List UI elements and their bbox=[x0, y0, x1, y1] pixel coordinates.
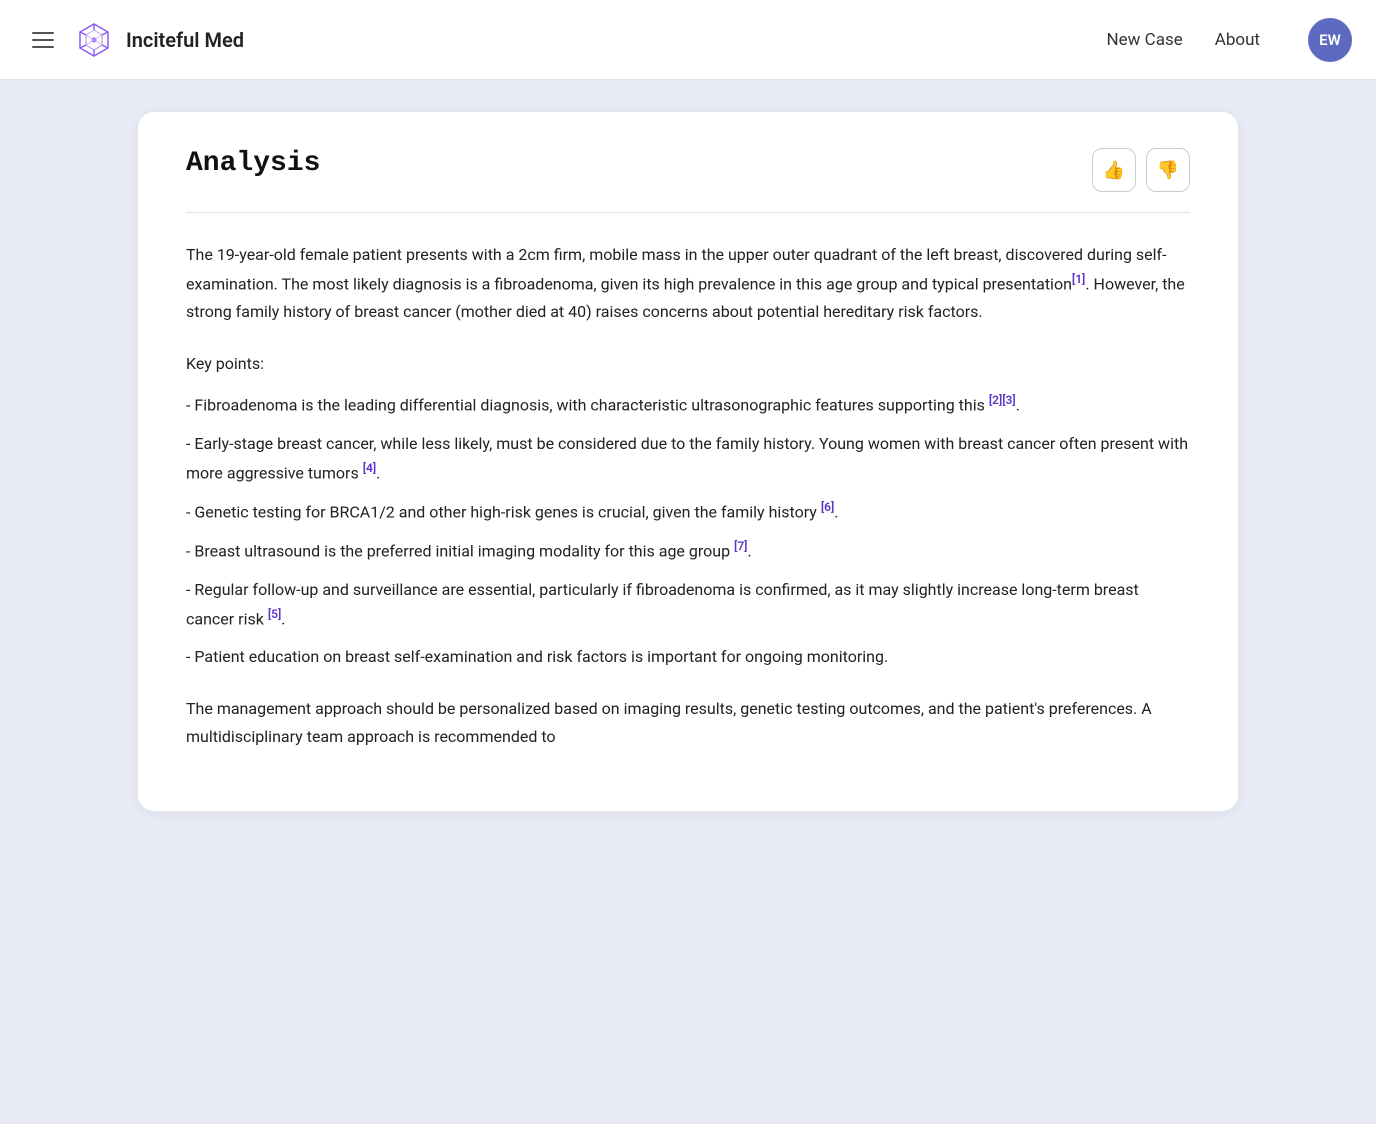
app-header: Inciteful Med New Case About EW bbox=[0, 0, 1376, 80]
thumbs-down-button[interactable]: 👎 bbox=[1146, 148, 1190, 192]
brand-logo bbox=[74, 20, 114, 60]
citation-1[interactable]: [1] bbox=[1072, 272, 1085, 286]
key-points-title: Key points: bbox=[186, 350, 1190, 378]
key-point-3: - Genetic testing for BRCA1/2 and other … bbox=[186, 497, 1190, 526]
paragraph-3: The management approach should be person… bbox=[186, 695, 1190, 751]
thumbs-down-icon: 👎 bbox=[1157, 160, 1179, 181]
user-avatar[interactable]: EW bbox=[1308, 18, 1352, 62]
main-nav: New Case About EW bbox=[1107, 18, 1353, 62]
key-point-4-text: - Breast ultrasound is the preferred ini… bbox=[186, 542, 734, 561]
thumbs-up-icon: 👍 bbox=[1103, 160, 1125, 181]
key-point-4: - Breast ultrasound is the preferred ini… bbox=[186, 536, 1190, 565]
key-points-section: Key points: - Fibroadenoma is the leadin… bbox=[186, 350, 1190, 671]
key-point-1-text: - Fibroadenoma is the leading differenti… bbox=[186, 396, 989, 415]
card-title: Analysis bbox=[186, 148, 320, 179]
paragraph-3-text: The management approach should be person… bbox=[186, 699, 1152, 746]
citation-5[interactable]: [5] bbox=[268, 607, 281, 621]
key-point-4-suffix: . bbox=[747, 542, 751, 561]
citation-6[interactable]: [6] bbox=[821, 500, 834, 514]
about-link[interactable]: About bbox=[1215, 30, 1260, 50]
key-point-5-suffix: . bbox=[281, 609, 285, 628]
hamburger-icon bbox=[32, 39, 54, 41]
citation-2-3[interactable]: [2][3] bbox=[989, 393, 1016, 407]
thumbs-up-button[interactable]: 👍 bbox=[1092, 148, 1136, 192]
key-point-5: - Regular follow-up and surveillance are… bbox=[186, 576, 1190, 633]
menu-button[interactable] bbox=[24, 24, 62, 56]
brand-name: Inciteful Med bbox=[126, 28, 244, 52]
analysis-card: Analysis 👍 👎 The 19-year-old female pati… bbox=[138, 112, 1238, 811]
key-point-2: - Early-stage breast cancer, while less … bbox=[186, 430, 1190, 487]
new-case-link[interactable]: New Case bbox=[1107, 30, 1183, 50]
key-point-2-suffix: . bbox=[376, 463, 380, 482]
key-point-3-text: - Genetic testing for BRCA1/2 and other … bbox=[186, 502, 821, 521]
key-point-2-text: - Early-stage breast cancer, while less … bbox=[186, 434, 1188, 482]
hamburger-icon bbox=[32, 46, 54, 48]
key-point-3-suffix: . bbox=[834, 502, 838, 521]
paragraph-1-text: The 19-year-old female patient presents … bbox=[186, 245, 1167, 293]
feedback-buttons: 👍 👎 bbox=[1092, 148, 1190, 192]
paragraph-1: The 19-year-old female patient presents … bbox=[186, 241, 1190, 326]
card-header: Analysis 👍 👎 bbox=[186, 148, 1190, 192]
citation-7[interactable]: [7] bbox=[734, 539, 747, 553]
divider bbox=[186, 212, 1190, 213]
citation-4[interactable]: [4] bbox=[363, 461, 376, 475]
hamburger-icon bbox=[32, 32, 54, 34]
key-point-1-suffix: . bbox=[1016, 396, 1020, 415]
key-point-1: - Fibroadenoma is the leading differenti… bbox=[186, 390, 1190, 419]
main-content: Analysis 👍 👎 The 19-year-old female pati… bbox=[0, 80, 1376, 843]
analysis-body: The 19-year-old female patient presents … bbox=[186, 241, 1190, 751]
key-point-5-text: - Regular follow-up and surveillance are… bbox=[186, 580, 1139, 628]
key-point-6: - Patient education on breast self-exami… bbox=[186, 643, 1190, 671]
key-point-6-text: - Patient education on breast self-exami… bbox=[186, 647, 888, 666]
header-left: Inciteful Med bbox=[24, 20, 1107, 60]
